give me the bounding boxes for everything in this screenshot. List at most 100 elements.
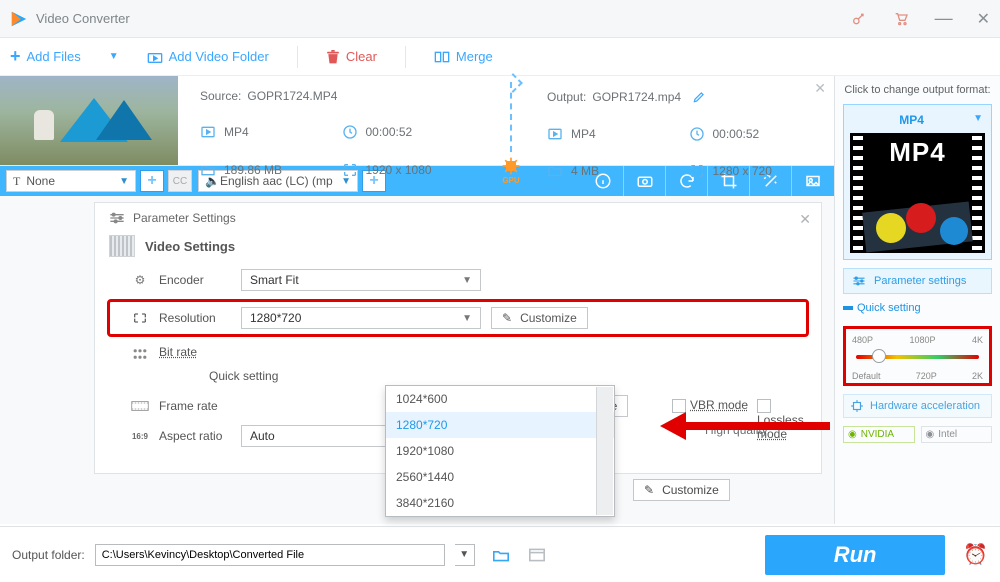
preset-labels-bottom: Default 720P 2K <box>852 371 983 381</box>
remove-file-button[interactable]: ✕ <box>814 80 826 97</box>
resolution-icon <box>689 163 705 179</box>
separator <box>297 46 298 68</box>
nvidia-icon: ◉ <box>848 429 857 440</box>
cart-icon[interactable] <box>893 11 909 27</box>
quality-slider[interactable] <box>852 345 983 371</box>
pencil-icon: ✎ <box>502 311 512 325</box>
resolution-customize-button[interactable]: ✎ Customize <box>491 307 588 329</box>
parameter-settings-button[interactable]: Parameter settings <box>843 268 992 294</box>
clear-label: Clear <box>346 49 377 64</box>
video-folder-icon <box>147 50 163 64</box>
file-row: ✕ Source: GOPR1724.MP4 MP4 00:00:52 189.… <box>0 76 834 166</box>
bitrate-icon <box>129 345 151 363</box>
format-name: MP4 <box>899 113 924 127</box>
vbr-label: VBR mode <box>690 398 748 412</box>
resolution-value: 1280*720 <box>250 311 301 325</box>
hardware-acceleration-button[interactable]: Hardware acceleration <box>843 394 992 418</box>
dropdown-caret-icon[interactable]: ▼ <box>109 51 119 62</box>
quick-setting-label: Quick setting <box>857 302 921 314</box>
format-icon <box>200 124 216 140</box>
merge-button[interactable]: Merge <box>434 49 493 64</box>
gpu-label: GPU <box>501 176 521 185</box>
output-duration: 00:00:52 <box>713 127 760 141</box>
intel-icon: ◉ <box>926 429 935 440</box>
source-size: 189.86 MB <box>224 163 282 177</box>
source-resolution: 1920 x 1080 <box>366 163 432 177</box>
text-icon: T <box>13 174 20 189</box>
edit-icon[interactable] <box>691 89 707 105</box>
caret-down-icon: ▼ <box>462 275 472 286</box>
title-bar: Video Converter — ✕ <box>0 0 1000 38</box>
caret-down-icon: ▼ <box>973 113 983 124</box>
resolution-icon <box>342 162 358 178</box>
right-pane: Click to change output format: MP4▼ MP4 … <box>834 76 1000 524</box>
encoder-row: ⚙ Encoder Smart Fit ▼ <box>109 269 807 291</box>
app-title: Video Converter <box>36 11 851 26</box>
panel-close-button[interactable]: ✕ <box>799 211 811 228</box>
add-files-button[interactable]: + Add Files <box>10 46 81 67</box>
output-format-label: Click to change output format: <box>843 84 992 96</box>
encoder-value: Smart Fit <box>250 273 299 287</box>
output-folder-input[interactable] <box>95 544 445 566</box>
resolution-option[interactable]: 1280*720 <box>386 412 614 438</box>
customize-label: Customize <box>520 311 577 325</box>
output-format-selector[interactable]: MP4▼ MP4 <box>843 104 992 260</box>
gear-icon: ⚙ <box>129 271 151 289</box>
run-label: Run <box>834 542 877 568</box>
resolution-option[interactable]: 1920*1080 <box>386 438 614 464</box>
film-settings-icon <box>109 235 135 257</box>
vbr-checkbox[interactable]: VBR mode <box>672 398 748 413</box>
caret-down-icon: ▼ <box>119 176 129 187</box>
close-button[interactable]: ✕ <box>977 9 990 29</box>
resolution-option[interactable]: 1024*600 <box>386 386 614 412</box>
gpu-badges: ◉NVIDIA ◉Intel <box>843 426 992 443</box>
video-thumbnail[interactable] <box>0 76 178 165</box>
video-settings-title: Video Settings <box>145 239 235 254</box>
clear-button[interactable]: Clear <box>326 49 377 65</box>
chip-icon <box>850 399 864 413</box>
resolution-option[interactable]: 3840*2160 <box>386 490 614 516</box>
clock-icon <box>689 126 705 142</box>
encoder-select[interactable]: Smart Fit ▼ <box>241 269 481 291</box>
encoder-label: Encoder <box>159 273 241 287</box>
gpu-badge: GPU <box>501 156 521 185</box>
output-folder-dropdown[interactable]: ▼ <box>455 544 475 566</box>
resolution-dropdown[interactable]: 1024*600 1280*720 1920*1080 2560*1440 38… <box>385 385 615 517</box>
add-subtitle-button[interactable]: + <box>140 170 164 192</box>
output-filename: GOPR1724.mp4 <box>592 90 681 104</box>
resolution-row: Resolution 1280*720 ▼ ✎ Customize <box>109 301 807 335</box>
main-toolbar: + Add Files ▼ Add Video Folder Clear Mer… <box>0 38 1000 76</box>
resolution-select[interactable]: 1280*720 ▼ <box>241 307 481 329</box>
bottom-bar: Output folder: ▼ Run ⏰ <box>0 526 1000 582</box>
format-icon <box>547 126 563 142</box>
resolution-option[interactable]: 2560*1440 <box>386 464 614 490</box>
source-duration: 00:00:52 <box>366 125 413 139</box>
preset-labels-top: 480P 1080P 4K <box>852 335 983 345</box>
folder-edit-icon[interactable] <box>527 547 547 563</box>
main-area: ✕ Source: GOPR1724.MP4 MP4 00:00:52 189.… <box>0 76 1000 524</box>
nvidia-badge: ◉NVIDIA <box>843 426 915 443</box>
separator <box>405 46 406 68</box>
resolution-icon <box>129 309 151 327</box>
merge-icon <box>434 50 450 64</box>
preset-1080p: 1080P <box>909 335 935 345</box>
cc-button[interactable]: CC <box>168 170 192 192</box>
run-button[interactable]: Run <box>765 535 945 575</box>
schedule-icon[interactable]: ⏰ <box>963 542 988 567</box>
preset-4k: 4K <box>972 335 983 345</box>
key-icon[interactable] <box>851 11 867 27</box>
open-folder-icon[interactable] <box>491 547 511 563</box>
annotation-arrow <box>660 414 830 438</box>
intel-badge: ◉Intel <box>921 426 993 443</box>
minimize-button[interactable]: — <box>935 8 951 29</box>
add-folder-button[interactable]: Add Video Folder <box>147 49 269 64</box>
aspect-ratio-icon: 16:9 <box>129 427 151 445</box>
intel-label: Intel <box>938 429 957 440</box>
subtitle-track-select[interactable]: T None ▼ <box>6 170 136 192</box>
bitrate-row: Bit rate <box>109 345 807 363</box>
aspect-label: Aspect ratio <box>159 429 241 443</box>
framerate-customize-button[interactable]: ✎ Customize <box>633 479 730 501</box>
sliders-icon <box>852 276 866 286</box>
bitrate-label: Bit rate <box>159 345 241 359</box>
source-info: Source: GOPR1724.MP4 MP4 00:00:52 189.86… <box>200 82 475 185</box>
